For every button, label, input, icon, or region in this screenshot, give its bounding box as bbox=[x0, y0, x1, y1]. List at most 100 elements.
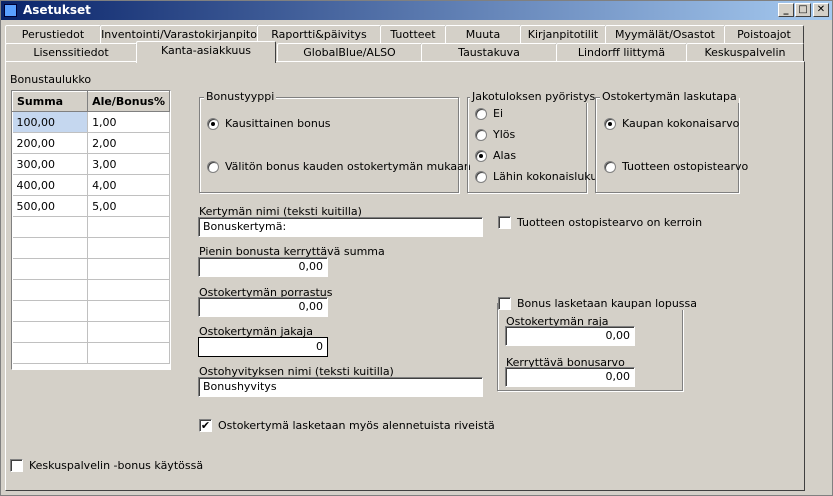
rounding-title: Jakotuloksen pyöristys bbox=[470, 90, 598, 103]
radio-unselected-icon bbox=[604, 160, 616, 173]
table-row[interactable] bbox=[12, 279, 170, 301]
tab-keskuspalvelin[interactable]: Keskuspalvelin bbox=[686, 43, 804, 62]
table-row[interactable] bbox=[12, 321, 170, 343]
table-cell[interactable] bbox=[87, 342, 170, 364]
tab-kirjanpitotilit[interactable]: Kirjanpitotilit bbox=[520, 25, 606, 44]
radio-kausittainen-bonus[interactable]: Kausittainen bonus bbox=[207, 117, 331, 130]
radio-unselected-icon bbox=[475, 170, 487, 183]
column-header-ale-bonus[interactable]: Ale/Bonus% bbox=[87, 91, 170, 112]
radio-selected-icon bbox=[475, 149, 487, 162]
table-row[interactable] bbox=[12, 342, 170, 364]
radio-label: Lähin kokonaisluku bbox=[493, 170, 598, 183]
table-row[interactable] bbox=[12, 237, 170, 259]
table-cell[interactable] bbox=[12, 237, 89, 259]
tab-myymalat[interactable]: Myymälät/Osastot bbox=[605, 25, 725, 44]
radio-label: Alas bbox=[493, 149, 517, 162]
tab-poistoajot[interactable]: Poistoajot bbox=[724, 25, 804, 44]
tab-lisenssitiedot[interactable]: Lisenssitiedot bbox=[5, 43, 137, 62]
column-header-summa[interactable]: Summa bbox=[12, 91, 89, 112]
tab-tuotteet[interactable]: Tuotteet bbox=[380, 25, 446, 44]
accum-name-input[interactable]: Bonuskertymä: bbox=[198, 217, 483, 237]
table-row[interactable]: 400,00 4,00 bbox=[12, 174, 170, 196]
radio-label: Ei bbox=[493, 107, 504, 120]
checkbox-empty-icon bbox=[10, 459, 23, 472]
tab-kanta-asiakkuus[interactable]: Kanta-asiakkuus bbox=[136, 41, 276, 63]
table-row[interactable]: 100,00 1,00 bbox=[12, 111, 170, 133]
table-cell[interactable] bbox=[87, 258, 170, 280]
radio-label: Tuotteen ostopistearvo bbox=[622, 160, 749, 173]
radio-unselected-icon bbox=[475, 107, 487, 120]
table-cell[interactable] bbox=[12, 321, 89, 343]
table-cell[interactable] bbox=[87, 321, 170, 343]
app-icon bbox=[4, 4, 17, 17]
calc-method-group: Ostokertymän laskutapa bbox=[595, 90, 739, 193]
table-row[interactable]: 200,00 2,00 bbox=[12, 132, 170, 154]
table-cell[interactable]: 5,00 bbox=[87, 195, 170, 217]
radio-rounding-ylos[interactable]: Ylös bbox=[475, 128, 515, 141]
table-cell[interactable] bbox=[87, 279, 170, 301]
check-points-multiplier[interactable]: Tuotteen ostopistearvo on kerroin bbox=[498, 216, 702, 229]
radio-label: Välitön bonus kauden ostokertymän mukaan bbox=[225, 160, 471, 173]
radio-rounding-alas[interactable]: Alas bbox=[475, 149, 516, 162]
radio-label: Kausittainen bonus bbox=[225, 117, 331, 130]
checkbox-empty-icon bbox=[498, 216, 511, 229]
radio-kaupan-kokonaisarvo[interactable]: Kaupan kokonaisarvo bbox=[604, 117, 739, 130]
table-cell[interactable]: 500,00 bbox=[12, 195, 89, 217]
radio-label: Kaupan kokonaisarvo bbox=[622, 117, 740, 130]
tab-lindorff[interactable]: Lindorff liittymä bbox=[556, 43, 687, 62]
tab-globalblue[interactable]: GlobalBlue/ALSO bbox=[277, 43, 422, 62]
table-cell[interactable] bbox=[87, 216, 170, 238]
table-row[interactable] bbox=[12, 216, 170, 238]
radio-rounding-ei[interactable]: Ei bbox=[475, 107, 503, 120]
table-cell[interactable] bbox=[12, 279, 89, 301]
table-cell[interactable]: 400,00 bbox=[12, 174, 89, 196]
limit-input[interactable]: 0,00 bbox=[505, 326, 635, 346]
table-cell[interactable] bbox=[12, 216, 89, 238]
minimize-button[interactable]: _ bbox=[778, 3, 794, 17]
check-label: Ostokertymä lasketaan myös alennetuista … bbox=[218, 419, 495, 432]
check-discounted-rows[interactable]: ✔ Ostokertymä lasketaan myös alennetuist… bbox=[199, 419, 495, 432]
table-cell[interactable]: 1,00 bbox=[87, 111, 170, 133]
window-title: Asetukset bbox=[23, 3, 91, 17]
table-row[interactable]: 300,00 3,00 bbox=[12, 153, 170, 175]
bonus-table[interactable]: Summa Ale/Bonus% 100,00 1,00 200,00 2,00 3… bbox=[11, 90, 171, 370]
calc-method-title: Ostokertymän laskutapa bbox=[600, 90, 739, 103]
tab-muuta[interactable]: Muuta bbox=[445, 25, 521, 44]
tab-perustiedot[interactable]: Perustiedot bbox=[5, 25, 101, 44]
table-cell[interactable]: 2,00 bbox=[87, 132, 170, 154]
check-label: Keskuspalvelin -bonus käytössä bbox=[29, 459, 204, 472]
min-sum-input[interactable]: 0,00 bbox=[198, 257, 328, 277]
accrued-input[interactable]: 0,00 bbox=[505, 367, 635, 387]
close-button[interactable]: ✕ bbox=[813, 3, 829, 17]
table-cell[interactable]: 200,00 bbox=[12, 132, 89, 154]
table-cell[interactable] bbox=[87, 237, 170, 259]
table-cell[interactable] bbox=[87, 300, 170, 322]
check-central-bonus[interactable]: Keskuspalvelin -bonus käytössä bbox=[10, 459, 203, 472]
table-cell[interactable] bbox=[12, 342, 89, 364]
table-cell[interactable]: 3,00 bbox=[87, 153, 170, 175]
table-row[interactable] bbox=[12, 300, 170, 322]
radio-selected-icon bbox=[207, 117, 219, 130]
tab-taustakuva[interactable]: Taustakuva bbox=[421, 43, 557, 62]
checkbox-checked-icon: ✔ bbox=[199, 419, 212, 432]
radio-valiton-bonus[interactable]: Välitön bonus kauden ostokertymän mukaan bbox=[207, 160, 471, 173]
table-cell[interactable]: 4,00 bbox=[87, 174, 170, 196]
checkbox-empty-icon bbox=[498, 297, 511, 310]
table-cell[interactable]: 100,00 bbox=[12, 111, 89, 133]
table-cell[interactable]: 300,00 bbox=[12, 153, 89, 175]
radio-tuotteen-ostopistearvo[interactable]: Tuotteen ostopistearvo bbox=[604, 160, 748, 173]
check-end-of-sale[interactable]: Bonus lasketaan kaupan lopussa bbox=[498, 297, 701, 310]
radio-rounding-lahin[interactable]: Lähin kokonaisluku bbox=[475, 170, 597, 183]
radio-label: Ylös bbox=[493, 128, 516, 141]
table-row[interactable]: 500,00 5,00 bbox=[12, 195, 170, 217]
table-cell[interactable] bbox=[12, 300, 89, 322]
title-bar[interactable]: Asetukset _ □ ✕ bbox=[1, 1, 832, 20]
table-row[interactable] bbox=[12, 258, 170, 280]
step-input[interactable]: 0,00 bbox=[198, 297, 328, 317]
maximize-button[interactable]: □ bbox=[795, 3, 811, 17]
divider-input[interactable]: 0 bbox=[198, 337, 328, 357]
bonus-table-label: Bonustaulukko bbox=[10, 73, 92, 86]
bonus-type-title: Bonustyyppi bbox=[204, 90, 277, 103]
refund-name-input[interactable]: Bonushyvitys bbox=[198, 377, 483, 397]
table-cell[interactable] bbox=[12, 258, 89, 280]
